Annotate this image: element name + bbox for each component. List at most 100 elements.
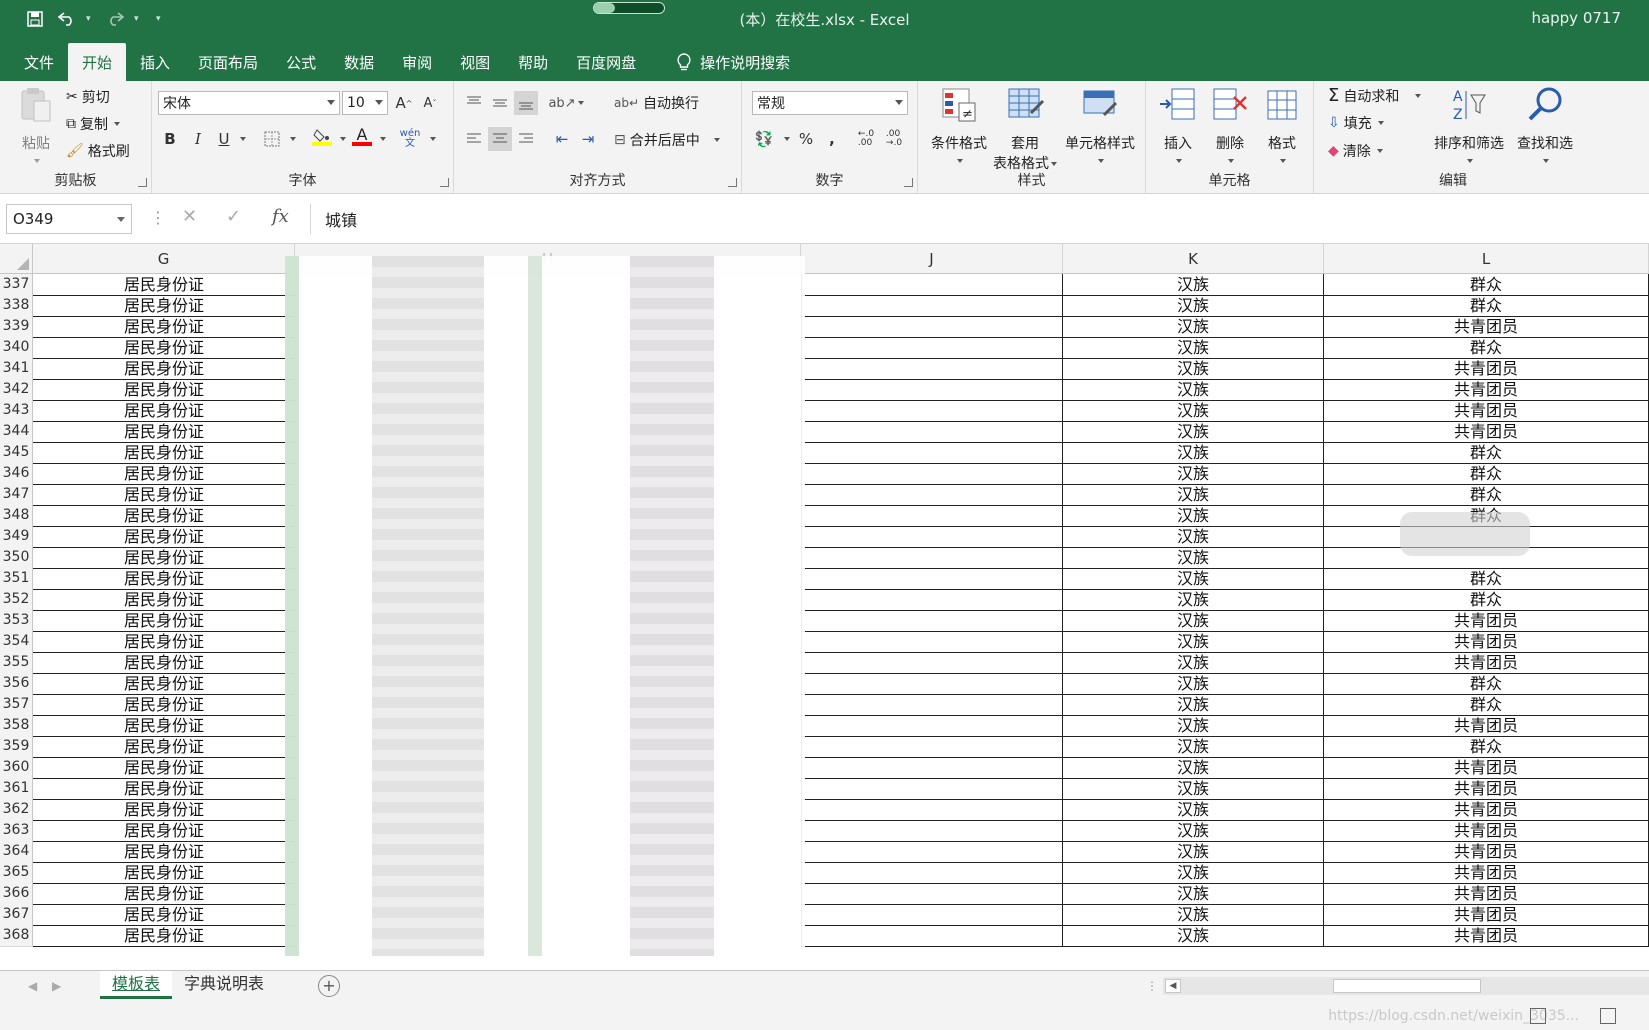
cell-g[interactable]: 居民身份证: [33, 379, 295, 401]
find-select-button[interactable]: 查找和选: [1508, 85, 1582, 169]
cell-g[interactable]: 居民身份证: [33, 295, 295, 317]
merge-center-button[interactable]: ⊟ 合并后居中: [614, 130, 720, 150]
cell-k[interactable]: 汉族: [1063, 610, 1324, 632]
tab-view[interactable]: 视图: [446, 43, 504, 81]
insert-cells-button[interactable]: 插入: [1152, 85, 1204, 169]
font-color-icon[interactable]: A: [350, 125, 374, 149]
cell-j[interactable]: [801, 274, 1063, 296]
cell-j[interactable]: [801, 610, 1063, 632]
cell-k[interactable]: 汉族: [1063, 526, 1324, 548]
row-header[interactable]: 341: [0, 358, 33, 380]
accounting-format-icon[interactable]: 💱: [752, 127, 776, 151]
cell-g[interactable]: 居民身份证: [33, 505, 295, 527]
tab-baidu-netdisk[interactable]: 百度网盘: [562, 43, 650, 81]
row-header[interactable]: 338: [0, 295, 33, 317]
cell-j[interactable]: [801, 820, 1063, 842]
copy-button[interactable]: ⧉ 复制: [66, 114, 120, 134]
row-header[interactable]: 358: [0, 715, 33, 737]
insert-function-icon[interactable]: fx: [272, 206, 289, 227]
cell-k[interactable]: 汉族: [1063, 820, 1324, 842]
cell-k[interactable]: 汉族: [1063, 841, 1324, 863]
tab-formulas[interactable]: 公式: [272, 43, 330, 81]
comma-style-icon[interactable]: ,: [820, 127, 844, 151]
horizontal-scrollbar[interactable]: ◀: [1163, 977, 1649, 995]
cell-l[interactable]: 共青团员: [1324, 358, 1649, 380]
row-header[interactable]: 365: [0, 862, 33, 884]
underline-button[interactable]: U: [212, 127, 236, 151]
name-box[interactable]: O349: [6, 204, 132, 234]
cell-g[interactable]: 居民身份证: [33, 316, 295, 338]
sheet-tab-dictionary[interactable]: 字典说明表: [172, 971, 276, 999]
cell-g[interactable]: 居民身份证: [33, 442, 295, 464]
cell-j[interactable]: [801, 799, 1063, 821]
cell-k[interactable]: 汉族: [1063, 778, 1324, 800]
cell-j[interactable]: [801, 337, 1063, 359]
cell-g[interactable]: 居民身份证: [33, 694, 295, 716]
tab-review[interactable]: 审阅: [388, 43, 446, 81]
row-header[interactable]: 368: [0, 925, 33, 947]
cell-k[interactable]: 汉族: [1063, 862, 1324, 884]
cell-j[interactable]: [801, 673, 1063, 695]
tab-splitter-handle[interactable]: ⋮: [1146, 979, 1158, 993]
cell-l[interactable]: 群众: [1324, 568, 1649, 590]
fill-color-icon[interactable]: [310, 125, 334, 149]
cell-g[interactable]: 居民身份证: [33, 820, 295, 842]
row-header[interactable]: 347: [0, 484, 33, 506]
bold-button[interactable]: B: [158, 127, 182, 151]
cell-k[interactable]: 汉族: [1063, 652, 1324, 674]
cell-k[interactable]: 汉族: [1063, 736, 1324, 758]
cell-l[interactable]: 群众: [1324, 337, 1649, 359]
cell-j[interactable]: [801, 547, 1063, 569]
cell-k[interactable]: 汉族: [1063, 505, 1324, 527]
number-launcher-icon[interactable]: [904, 178, 913, 187]
number-format-select[interactable]: 常规: [752, 91, 908, 115]
autosum-button[interactable]: Σ 自动求和: [1328, 85, 1422, 106]
enter-icon[interactable]: ✓: [226, 206, 241, 227]
row-header[interactable]: 359: [0, 736, 33, 758]
cell-l[interactable]: 共青团员: [1324, 316, 1649, 338]
cell-j[interactable]: [801, 694, 1063, 716]
cell-k[interactable]: 汉族: [1063, 421, 1324, 443]
cell-k[interactable]: 汉族: [1063, 631, 1324, 653]
cell-j[interactable]: [801, 652, 1063, 674]
page-layout-view-icon[interactable]: [1600, 1008, 1616, 1024]
align-left-icon[interactable]: [462, 127, 486, 151]
row-header[interactable]: 343: [0, 400, 33, 422]
cell-l[interactable]: 群众: [1324, 673, 1649, 695]
cell-g[interactable]: 居民身份证: [33, 400, 295, 422]
cell-g[interactable]: 居民身份证: [33, 883, 295, 905]
cell-g[interactable]: 居民身份证: [33, 463, 295, 485]
column-header-j[interactable]: J: [801, 244, 1063, 274]
row-header[interactable]: 345: [0, 442, 33, 464]
cell-j[interactable]: [801, 862, 1063, 884]
clipboard-launcher-icon[interactable]: [138, 178, 147, 187]
cell-k[interactable]: 汉族: [1063, 274, 1324, 296]
cell-g[interactable]: 居民身份证: [33, 547, 295, 569]
cell-l[interactable]: 共青团员: [1324, 883, 1649, 905]
tab-home[interactable]: 开始: [68, 43, 127, 81]
cell-j[interactable]: [801, 316, 1063, 338]
align-bottom-icon[interactable]: [514, 91, 538, 115]
cell-k[interactable]: 汉族: [1063, 715, 1324, 737]
sheet-tab-template[interactable]: 模板表: [100, 971, 173, 999]
row-header[interactable]: 362: [0, 799, 33, 821]
format-as-table-button[interactable]: 套用 表格格式: [986, 85, 1064, 173]
font-size-select[interactable]: 10: [342, 91, 388, 115]
increase-decimal-icon[interactable]: ←.0.00: [854, 127, 878, 151]
cell-j[interactable]: [801, 505, 1063, 527]
format-painter-button[interactable]: 🖌 格式刷: [66, 141, 130, 161]
row-header[interactable]: 361: [0, 778, 33, 800]
cell-l[interactable]: 共青团员: [1324, 841, 1649, 863]
cell-k[interactable]: 汉族: [1063, 484, 1324, 506]
increase-indent-icon[interactable]: ⇥: [576, 127, 600, 151]
cell-j[interactable]: [801, 379, 1063, 401]
column-header-k[interactable]: K: [1063, 244, 1324, 274]
cell-l[interactable]: 群众: [1324, 442, 1649, 464]
sort-filter-button[interactable]: AZ 排序和筛选: [1432, 85, 1506, 169]
formula-bar-resize-handle[interactable]: ⋮: [150, 208, 166, 227]
cell-g[interactable]: 居民身份证: [33, 799, 295, 821]
formula-input[interactable]: 城镇: [310, 204, 1649, 234]
cell-j[interactable]: [801, 442, 1063, 464]
row-header[interactable]: 367: [0, 904, 33, 926]
cell-k[interactable]: 汉族: [1063, 295, 1324, 317]
